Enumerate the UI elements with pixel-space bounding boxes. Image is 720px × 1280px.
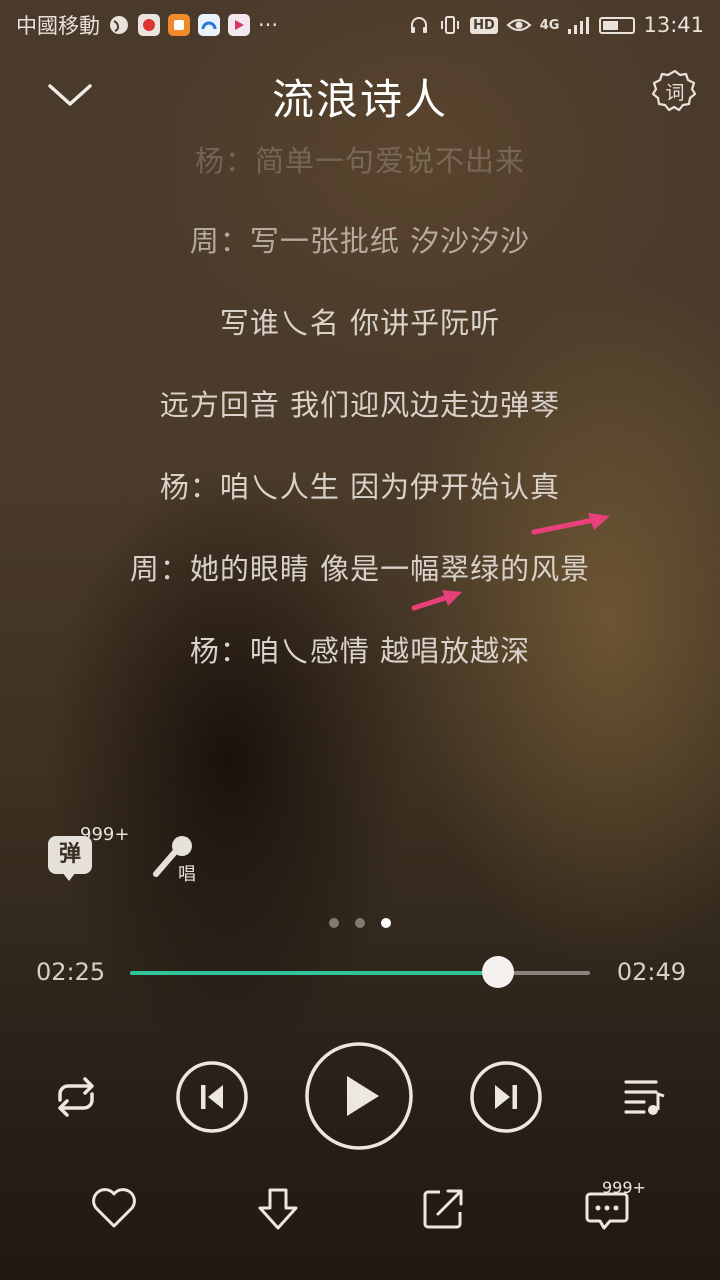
- danmu-count: 999+: [80, 824, 130, 845]
- lyrics-settings-button[interactable]: 词: [651, 68, 698, 114]
- app-notification-icon: [138, 14, 160, 36]
- page-dot-active[interactable]: [381, 918, 391, 928]
- play-button[interactable]: [303, 1040, 415, 1152]
- headphones-icon: [411, 17, 428, 33]
- globe-icon: [110, 16, 128, 34]
- more-notifications: ···: [258, 13, 279, 37]
- battery-icon: [599, 16, 636, 34]
- network-type: 4G: [539, 17, 560, 33]
- next-track-button[interactable]: [469, 1060, 543, 1134]
- lyric-line: 杨：咱乀感情 越唱放越深: [189, 634, 531, 668]
- status-left: 中國移動 ···: [16, 10, 278, 40]
- clock: 13:41: [643, 13, 704, 37]
- playlist-button[interactable]: [622, 1076, 668, 1118]
- vibrate-icon: [441, 16, 460, 34]
- current-time: 02:25: [36, 958, 106, 986]
- comment-count: 999+: [602, 1178, 646, 1197]
- status-bar: 中國移動 ··· HD 4G 13:41: [0, 0, 720, 50]
- repeat-mode-button[interactable]: [50, 1074, 102, 1120]
- page-dot[interactable]: [355, 918, 365, 928]
- lyrics-button-label: 词: [665, 82, 684, 104]
- seek-bar-fill: [130, 971, 498, 975]
- lyrics-panel[interactable]: 杨：简单一句爱说不出来 周：写一张批纸 汐沙汐沙 写谁乀名 你讲乎阮听 远方回音…: [0, 118, 720, 698]
- seek-bar[interactable]: [130, 956, 590, 988]
- previous-track-button[interactable]: [175, 1060, 249, 1134]
- app-notification-icon: [198, 14, 220, 36]
- comments-button[interactable]: 999+: [584, 1178, 654, 1232]
- lyric-line: 杨：简单一句爱说不出来: [194, 144, 525, 178]
- status-right: HD 4G 13:41: [408, 13, 704, 37]
- hd-badge: HD: [470, 16, 498, 34]
- page-dot[interactable]: [329, 918, 339, 928]
- lyric-line: 远方回音 我们迎风边走边弹琴: [159, 388, 561, 422]
- bubble-tail-icon: [62, 872, 76, 881]
- lyric-line: 写谁乀名 你讲乎阮听: [219, 306, 501, 340]
- sing-label: 唱: [178, 864, 196, 885]
- carrier-name: 中國移動: [16, 14, 100, 38]
- total-time: 02:49: [616, 958, 686, 986]
- lyric-line: 周：写一张批纸 汐沙汐沙: [189, 224, 531, 258]
- share-icon[interactable]: [420, 1186, 466, 1232]
- sing-button[interactable]: 唱: [148, 830, 208, 886]
- danmu-button[interactable]: 弹 999+: [48, 824, 129, 884]
- annotation-arrow: [531, 513, 610, 535]
- page-indicator: [0, 918, 720, 928]
- lyric-line: 周：她的眼睛 像是一幅翠绿的风景: [129, 552, 591, 586]
- eye-comfort-icon: [506, 19, 532, 31]
- app-notification-icon: [228, 14, 250, 36]
- gear-icon: 词: [651, 69, 697, 112]
- signal-icon: [568, 17, 590, 34]
- like-heart-icon[interactable]: [90, 1186, 138, 1230]
- app-notification-icon: [168, 14, 190, 36]
- seek-bar-thumb[interactable]: [482, 956, 514, 988]
- lyric-line: 杨：咱乀人生 因为伊开始认真: [159, 470, 561, 504]
- annotation-arrow: [411, 590, 462, 611]
- download-icon[interactable]: [254, 1186, 302, 1234]
